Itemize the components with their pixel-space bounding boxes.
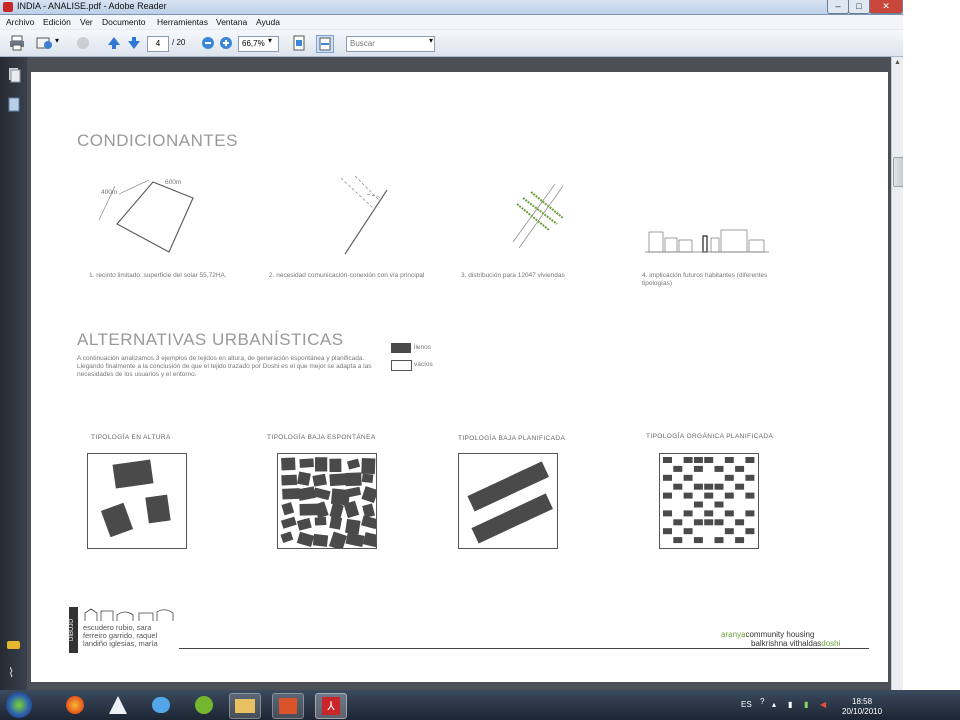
zoom-in-icon[interactable] — [218, 35, 234, 51]
tray-expand-icon[interactable]: ▴ — [772, 700, 776, 709]
heading-alternativas: ALTERNATIVAS URBANÍSTICAS — [77, 330, 344, 349]
typology-organica-plan — [659, 453, 759, 549]
chevron-down-icon[interactable]: ▾ — [55, 36, 59, 45]
caption-2: 2. necesidad comunicación-conexión con v… — [269, 272, 425, 279]
navigation-panel: ⌇ — [0, 57, 27, 690]
heading-condicionantes: CONDICIONANTES — [77, 131, 238, 150]
project-aranya: aranya — [721, 630, 746, 639]
minimize-button[interactable]: – — [827, 0, 849, 14]
network-icon[interactable]: ▮ — [788, 700, 792, 709]
menu-ventana[interactable]: Ventana — [216, 17, 247, 27]
typology-altura-plan — [87, 453, 187, 549]
legend-swatch-llenos — [391, 343, 411, 353]
typology-planificada-plan — [458, 453, 558, 549]
intro-paragraph: A continuación analizamos 3 ejemplos de … — [77, 355, 372, 378]
typology-label-3: TIPOLOGÍA BAJA PLANIFICADA — [458, 435, 566, 442]
project-community-housing: community housing — [745, 630, 815, 639]
explorer-icon[interactable] — [229, 693, 261, 719]
menu-herramientas[interactable]: Herramientas — [157, 17, 208, 27]
typology-label-2: TIPOLOGÍA BAJA ESPONTÁNEA — [267, 434, 376, 441]
email-icon[interactable] — [36, 35, 52, 51]
site-boundary-diagram — [98, 179, 194, 253]
project-title: aranyacommunity housing — [721, 630, 814, 639]
adobe-reader-task-icon[interactable]: ⅄ — [315, 693, 347, 719]
legend-vacios: vacíos — [414, 361, 433, 368]
dwelling-distribution-diagram — [512, 183, 564, 249]
zoom-chevron-icon[interactable]: ▾ — [268, 36, 272, 45]
search-chevron-icon[interactable]: ▾ — [429, 36, 433, 45]
legend-swatch-vacios — [391, 360, 412, 371]
reader-window: INDIA - ANALISE.pdf - Adobe Reader – □ ✕… — [0, 0, 904, 690]
page-total: / 20 — [172, 38, 186, 47]
messenger-icon[interactable] — [146, 693, 176, 717]
architect-doshi: doshi — [821, 639, 841, 648]
maximize-button[interactable]: □ — [848, 0, 870, 14]
clock-date: 20/10/2010 — [842, 707, 883, 716]
page-number-input[interactable]: 4 — [147, 36, 169, 52]
spotify-icon[interactable] — [189, 693, 219, 717]
toolbar: ▾ 4 / 20 66,7% ▾ Buscar ▾ — [0, 30, 903, 57]
language-indicator[interactable]: ES — [741, 700, 752, 709]
typology-label-1: TIPOLOGÍA EN ALTURA — [91, 434, 171, 441]
legend-llenos: llenos — [414, 344, 431, 351]
menu-documento[interactable]: Documento — [102, 17, 145, 27]
previous-page-icon[interactable] — [106, 35, 122, 51]
future-inhabitants-diagram — [645, 229, 769, 253]
comments-icon[interactable] — [6, 640, 22, 652]
next-page-icon[interactable] — [126, 35, 142, 51]
powerpoint-icon[interactable] — [272, 693, 304, 719]
print-icon[interactable] — [9, 35, 25, 51]
share-icon[interactable] — [75, 35, 91, 51]
architect-first: balkrishna vithaldas — [751, 639, 822, 648]
dim-400-label: 400m — [101, 189, 118, 196]
close-button[interactable]: ✕ — [869, 0, 903, 14]
search-input[interactable]: Buscar — [346, 36, 435, 52]
caption-3: 3. distribución para 12047 viviendas — [461, 272, 565, 279]
menu-ayuda[interactable]: Ayuda — [256, 17, 280, 27]
footer-rule — [179, 648, 869, 649]
road-connection-diagram — [340, 175, 388, 255]
menu-edicion[interactable]: Edición — [43, 17, 71, 27]
footer-dibujo-label: DIBUJO — [69, 607, 78, 653]
vlc-icon[interactable] — [103, 693, 133, 717]
attachments-icon[interactable] — [7, 97, 21, 113]
clock-time: 18:58 — [852, 697, 873, 706]
pages-icon[interactable] — [7, 67, 21, 83]
dim-600-label: 600m — [165, 179, 182, 186]
title-bar: INDIA - ANALISE.pdf - Adobe Reader – □ ✕ — [0, 0, 903, 15]
help-icon[interactable]: ? — [760, 697, 764, 706]
zoom-out-icon[interactable] — [200, 35, 216, 51]
caption-1: 1. recinto limitado: superficie del sola… — [89, 272, 227, 279]
fit-width-icon[interactable] — [316, 35, 334, 53]
footer-houses-sketch — [84, 608, 174, 621]
zoom-select[interactable]: 66,7% — [238, 36, 279, 52]
pdf-page: CONDICIONANTES 400m 600m 1. recinto limi… — [31, 72, 888, 682]
typology-label-4: TIPOLOGÍA ORGÁNICA PLANIFICADA — [646, 433, 774, 440]
battery-icon[interactable]: ▮ — [804, 700, 808, 709]
menu-archivo[interactable]: Archivo — [6, 17, 34, 27]
desktop-background — [903, 0, 960, 690]
menu-ver[interactable]: Ver — [80, 17, 93, 27]
menu-bar: Archivo Edición Ver Documento Herramient… — [0, 15, 903, 29]
fit-page-icon[interactable] — [291, 35, 307, 51]
scroll-up-icon[interactable]: ▲ — [894, 59, 901, 66]
typology-espontanea-plan — [277, 453, 377, 549]
architect-name: balkrishna vithaldasdoshi — [751, 639, 840, 648]
start-button[interactable] — [6, 692, 32, 718]
caption-4: 4. implicación futuros habitantes (difer… — [642, 272, 768, 287]
taskbar: ⅄ ES ? ▴ ▮ ▮ ◀ — [0, 690, 960, 720]
clock[interactable]: 18:58 20/10/2010 — [842, 697, 882, 717]
adobe-reader-icon — [3, 2, 13, 12]
window-title: INDIA - ANALISE.pdf - Adobe Reader — [17, 1, 167, 11]
speaker-icon[interactable]: ◀ — [820, 700, 826, 709]
paperclip-icon[interactable]: ⌇ — [8, 665, 14, 681]
author-3: landiño iglesias, maría — [83, 639, 158, 648]
firefox-icon[interactable] — [60, 693, 90, 717]
